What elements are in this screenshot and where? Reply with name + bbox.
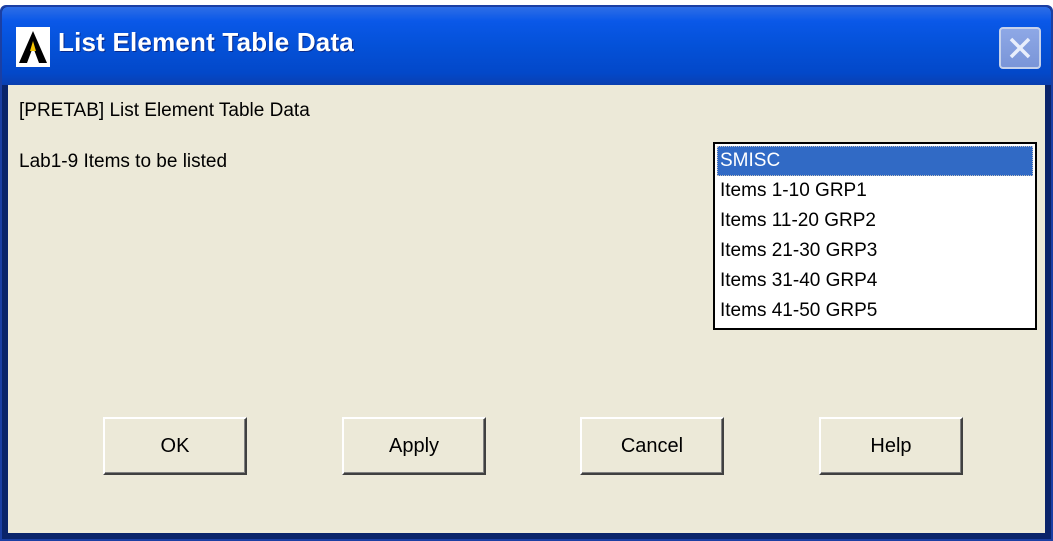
list-item[interactable]: Items 11-20 GRP2 (717, 206, 1033, 236)
ok-button[interactable]: OK (103, 417, 247, 475)
command-label: [PRETAB] List Element Table Data (19, 100, 310, 121)
apply-button[interactable]: Apply (342, 417, 486, 475)
help-button[interactable]: Help (819, 417, 963, 475)
list-item[interactable]: Items 31-40 GRP4 (717, 266, 1033, 296)
title-bar[interactable]: List Element Table Data (2, 7, 1051, 85)
ansys-logo-icon (16, 27, 50, 67)
close-button[interactable] (999, 27, 1041, 69)
close-icon (1009, 37, 1031, 59)
dialog-window: List Element Table Data [PRETAB] List El… (0, 5, 1053, 541)
list-item[interactable]: Items 41-50 GRP5 (717, 296, 1033, 326)
list-item[interactable]: Items 1-10 GRP1 (717, 176, 1033, 206)
list-item[interactable]: Items 21-30 GRP3 (717, 236, 1033, 266)
items-label: Lab1-9 Items to be listed (19, 151, 228, 172)
dialog-body: [PRETAB] List Element Table Data Lab1-9 … (8, 85, 1045, 533)
window-title: List Element Table Data (58, 27, 354, 57)
list-item[interactable]: SMISC (717, 146, 1033, 176)
cancel-button[interactable]: Cancel (580, 417, 724, 475)
items-listbox[interactable]: SMISC Items 1-10 GRP1 Items 11-20 GRP2 I… (713, 142, 1037, 330)
